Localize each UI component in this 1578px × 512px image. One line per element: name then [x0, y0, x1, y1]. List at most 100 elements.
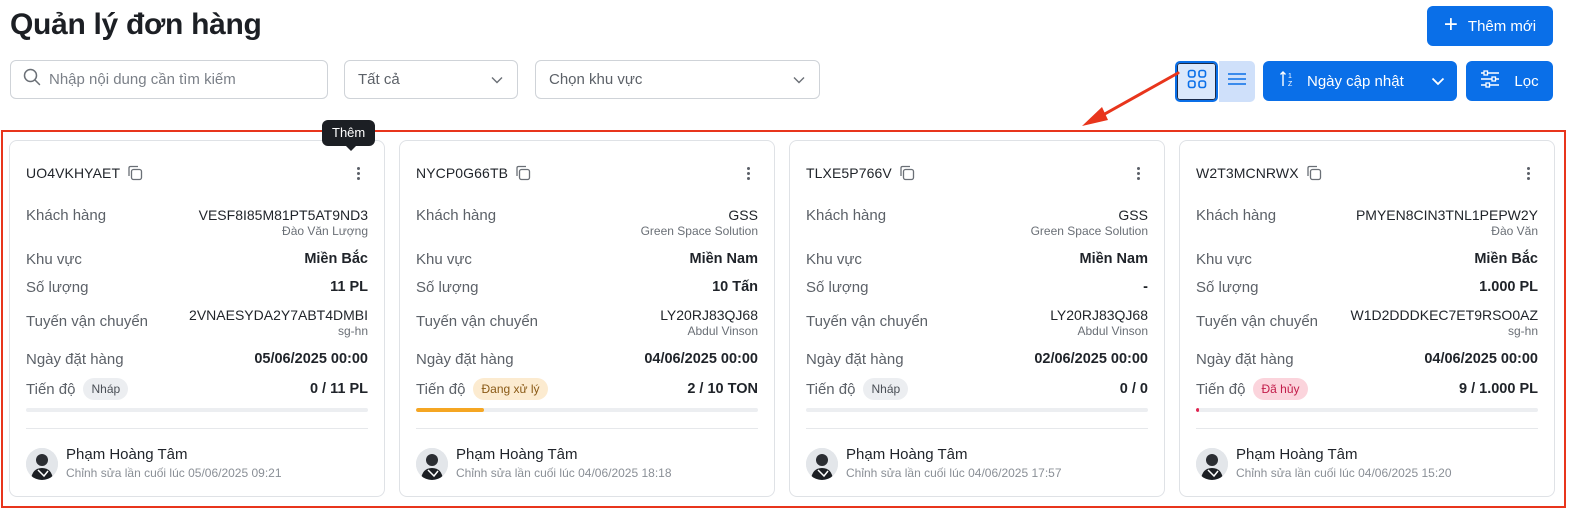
route-label: Tuyến vận chuyển — [26, 313, 149, 330]
quantity-value: 10 Tấn — [712, 279, 758, 295]
route-name: Abdul Vinson — [687, 324, 759, 338]
area-select-value: Chọn khu vực — [549, 71, 643, 88]
more-menu-icon[interactable] — [348, 163, 368, 183]
area-label: Khu vực — [26, 251, 82, 268]
progress-row: Tiến độ Đã hủy 9 / 1.000 PL — [1196, 378, 1538, 400]
order-date-row: Ngày đặt hàng 04/06/2025 00:00 — [416, 351, 758, 368]
quantity-label: Số lượng — [1196, 279, 1259, 296]
order-date-label: Ngày đặt hàng — [26, 351, 124, 368]
copy-icon[interactable] — [514, 164, 532, 182]
area-row: Khu vực Miền Nam — [806, 251, 1148, 268]
order-date-row: Ngày đặt hàng 02/06/2025 00:00 — [806, 351, 1148, 368]
quantity-row: Số lượng 10 Tấn — [416, 279, 758, 296]
status-badge: Đang xử lý — [473, 378, 548, 400]
filter-label: Lọc — [1514, 72, 1539, 90]
progress-label: Tiến độ — [1196, 380, 1246, 398]
customer-code: VESF8I85M81PT5AT9ND3 — [198, 207, 368, 223]
order-card[interactable]: UO4VKHYAET Khách hàng VESF8I85M81PT5AT9N… — [9, 140, 385, 497]
area-value: Miền Nam — [689, 251, 759, 267]
copy-icon[interactable] — [1305, 164, 1323, 182]
area-label: Khu vực — [806, 251, 862, 268]
quantity-label: Số lượng — [806, 279, 869, 296]
grid-icon — [1187, 69, 1207, 94]
search-icon — [23, 68, 41, 91]
more-menu-icon[interactable] — [738, 163, 758, 183]
card-header: W2T3MCNRWX — [1196, 161, 1538, 185]
route-name: sg-hn — [1507, 324, 1538, 338]
avatar — [1196, 447, 1228, 480]
search-box[interactable] — [10, 60, 328, 99]
last-edited-text: Chỉnh sửa lần cuối lúc 04/06/2025 18:18 — [456, 466, 672, 480]
route-row: Tuyến vận chuyển LY20RJ83QJ68 Abdul Vinso… — [806, 307, 1148, 339]
order-date-label: Ngày đặt hàng — [1196, 351, 1294, 368]
quantity-label: Số lượng — [416, 279, 479, 296]
status-badge: Nháp — [863, 378, 909, 400]
avatar — [806, 447, 838, 480]
chevron-down-icon[interactable] — [1419, 77, 1457, 86]
card-footer: Phạm Hoàng Tâm Chỉnh sửa lần cuối lúc 04… — [806, 446, 1148, 481]
last-edited-text: Chỉnh sửa lần cuối lúc 05/06/2025 09:21 — [66, 466, 282, 480]
order-code: W2T3MCNRWX — [1196, 165, 1299, 181]
customer-name: Đào Văn Lượng — [282, 224, 368, 238]
editor-name: Phạm Hoàng Tâm — [66, 446, 188, 463]
progress-row: Tiến độ Đang xử lý 2 / 10 TON — [416, 378, 758, 400]
status-badge: Đã hủy — [1253, 378, 1308, 400]
filter-button[interactable]: Lọc — [1466, 61, 1553, 101]
editor-name: Phạm Hoàng Tâm — [456, 446, 578, 463]
more-menu-icon[interactable] — [1128, 163, 1148, 183]
search-input[interactable] — [49, 71, 309, 88]
grid-view-button[interactable] — [1175, 61, 1218, 102]
customer-code: GSS — [1118, 207, 1148, 223]
order-card[interactable]: W2T3MCNRWX Khách hàng PMYEN8CIN3TNL1PEPW… — [1179, 140, 1555, 497]
svg-text:1: 1 — [1288, 73, 1292, 80]
list-view-button[interactable] — [1219, 61, 1255, 102]
area-value: Miền Bắc — [304, 251, 368, 267]
progress-label: Tiến độ — [26, 380, 76, 398]
add-new-label: Thêm mới — [1467, 17, 1537, 35]
annotation-arrow — [1082, 71, 1180, 126]
add-new-button[interactable]: + Thêm mới — [1427, 6, 1553, 46]
divider — [416, 428, 758, 429]
tooltip: Thêm — [322, 120, 376, 151]
order-date-row: Ngày đặt hàng 05/06/2025 00:00 — [26, 351, 368, 368]
area-row: Khu vực Miền Nam — [416, 251, 758, 268]
area-select[interactable]: Chọn khu vực — [535, 60, 820, 99]
editor-name: Phạm Hoàng Tâm — [846, 446, 968, 463]
progress-value: 2 / 10 TON — [687, 381, 758, 397]
customer-code: PMYEN8CIN3TNL1PEPW2Y — [1355, 207, 1538, 223]
customer-row: Khách hàng PMYEN8CIN3TNL1PEPW2Y Đào Văn — [1196, 207, 1538, 239]
area-label: Khu vực — [416, 251, 472, 268]
status-select[interactable]: Tất cả — [344, 60, 518, 99]
card-header: NYCP0G66TB — [416, 161, 758, 185]
order-card[interactable]: TLXE5P766V Khách hàng GSS Green Space Sol… — [789, 140, 1165, 497]
order-date-row: Ngày đặt hàng 04/06/2025 00:00 — [1196, 351, 1538, 368]
route-row: Tuyến vận chuyển 2VNAESYDA2Y7ABT4DMBI sg-… — [26, 307, 368, 339]
sort-az-icon: 1Z — [1279, 70, 1297, 92]
order-code: UO4VKHYAET — [26, 165, 121, 181]
copy-icon[interactable] — [126, 164, 144, 182]
order-date-value: 04/06/2025 00:00 — [644, 351, 758, 367]
copy-icon[interactable] — [898, 164, 916, 182]
divider — [26, 428, 368, 429]
customer-row: Khách hàng VESF8I85M81PT5AT9ND3 Đào Văn L… — [26, 207, 368, 239]
status-badge: Nháp — [83, 378, 129, 400]
order-card[interactable]: NYCP0G66TB Khách hàng GSS Green Space Sol… — [399, 140, 775, 497]
progress-bar — [806, 408, 1148, 412]
order-code: NYCP0G66TB — [416, 165, 509, 181]
plus-icon: + — [1443, 11, 1458, 38]
quantity-row: Số lượng 1.000 PL — [1196, 279, 1538, 296]
route-label: Tuyến vận chuyển — [1196, 313, 1319, 330]
list-icon — [1227, 71, 1247, 92]
order-date-value: 05/06/2025 00:00 — [254, 351, 368, 367]
progress-row: Tiến độ Nháp 0 / 11 PL — [26, 378, 368, 400]
sort-button[interactable]: 1Z Ngày cập nhật — [1263, 61, 1457, 101]
progress-row: Tiến độ Nháp 0 / 0 — [806, 378, 1148, 400]
route-row: Tuyến vận chuyển W1D2DDDKEC7ET9RSO0AZ sg-… — [1196, 307, 1538, 339]
more-menu-icon[interactable] — [1518, 163, 1538, 183]
customer-label: Khách hàng — [26, 207, 107, 224]
card-footer: Phạm Hoàng Tâm Chỉnh sửa lần cuối lúc 05… — [26, 446, 368, 481]
sort-label: Ngày cập nhật — [1307, 72, 1404, 90]
route-row: Tuyến vận chuyển LY20RJ83QJ68 Abdul Vinso… — [416, 307, 758, 339]
route-label: Tuyến vận chuyển — [806, 313, 929, 330]
order-date-label: Ngày đặt hàng — [806, 351, 904, 368]
